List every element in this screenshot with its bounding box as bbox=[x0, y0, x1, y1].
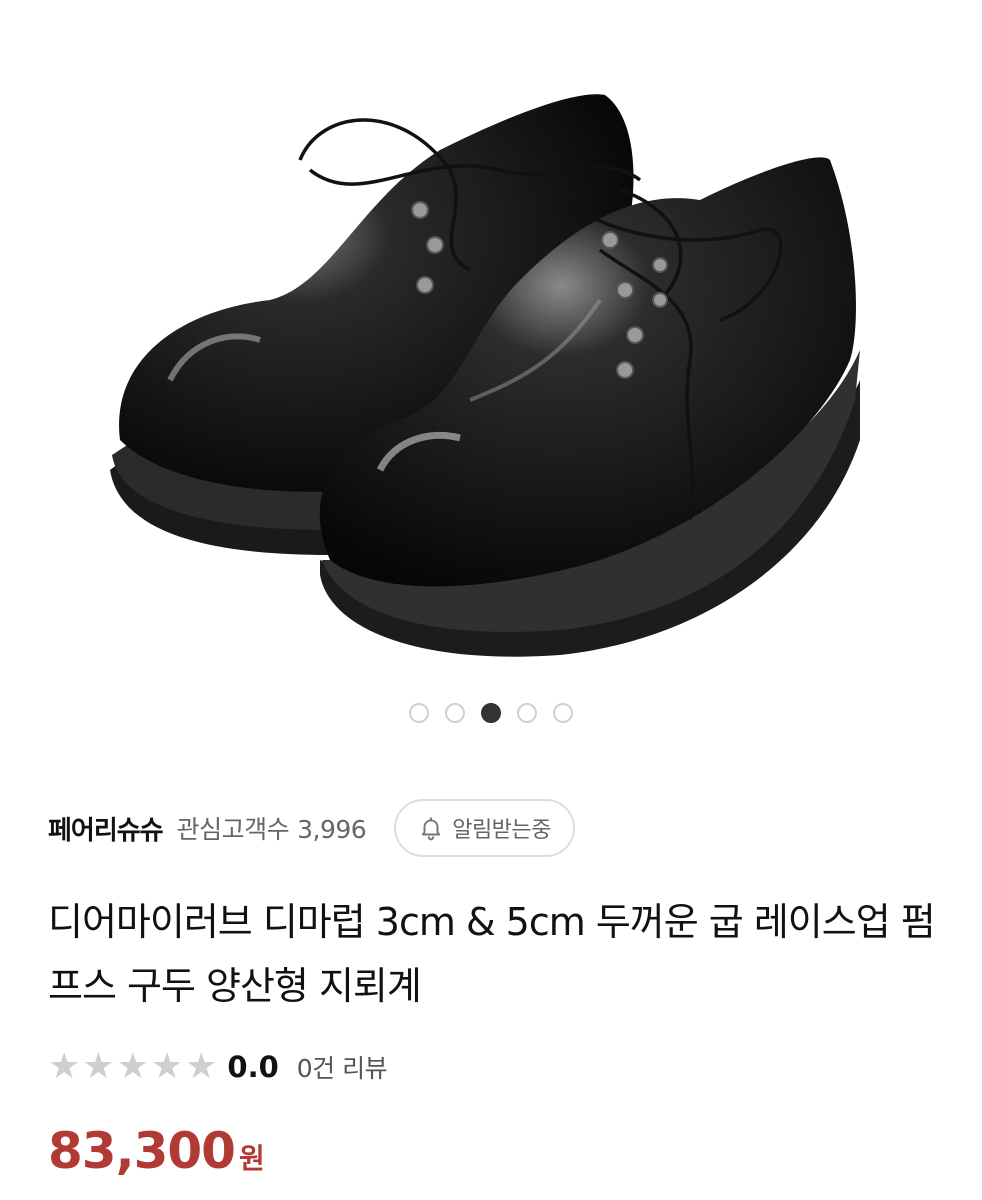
pagination-dot[interactable] bbox=[409, 703, 429, 723]
star-icon: ★ bbox=[116, 1046, 149, 1087]
star-icon: ★ bbox=[48, 1046, 81, 1087]
price-currency: 원 bbox=[238, 1142, 265, 1175]
alarm-button[interactable]: 알림받는중 bbox=[394, 799, 575, 857]
star-icon: ★ bbox=[150, 1046, 184, 1087]
star-icon: ★ bbox=[185, 1046, 218, 1087]
pagination-dot-active[interactable] bbox=[481, 703, 501, 723]
seller-name[interactable]: 페어리슈슈 bbox=[48, 810, 164, 847]
price: 83,300 원 bbox=[48, 1122, 265, 1180]
pagination-dot[interactable] bbox=[517, 703, 537, 723]
product-image-gallery[interactable] bbox=[0, 0, 982, 723]
rating-value: 0.0 bbox=[227, 1050, 279, 1084]
star-icon: ★ bbox=[82, 1046, 115, 1087]
pagination-dot[interactable] bbox=[553, 703, 573, 723]
bell-icon bbox=[418, 815, 444, 841]
interest-value: 3,996 bbox=[297, 815, 367, 844]
rating-summary[interactable]: ★ ★ ★ ★ ★ 0.0 0건 리뷰 bbox=[48, 1044, 388, 1090]
gallery-pagination bbox=[0, 703, 982, 723]
alarm-label: 알림받는중 bbox=[452, 818, 551, 843]
product-title: 디어마이러브 디마럽 3cm & 5cm 두꺼운 굽 레이스업 펌프스 구두 양… bbox=[48, 900, 936, 1008]
star-rating: ★ ★ ★ ★ ★ bbox=[48, 1049, 217, 1085]
product-image bbox=[110, 94, 860, 657]
interest-label: 관심고객수 bbox=[176, 815, 290, 844]
pagination-dot[interactable] bbox=[445, 703, 465, 723]
price-value: 83,300 bbox=[48, 1122, 236, 1180]
seller-info: 페어리슈슈 관심고객수 3,996 알림받는중 bbox=[48, 798, 575, 858]
review-count[interactable]: 0건 리뷰 bbox=[297, 1049, 388, 1085]
interest-count: 관심고객수 3,996 bbox=[177, 810, 367, 846]
